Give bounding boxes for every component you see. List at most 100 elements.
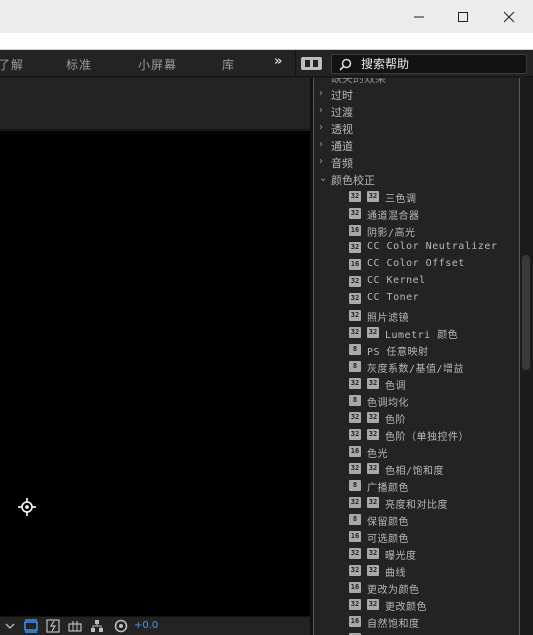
- effect-item[interactable]: 32 32 三色调: [314, 188, 519, 205]
- viewer-toolbar: +0.0: [0, 616, 310, 635]
- more-workspaces-button[interactable]: »: [274, 54, 282, 69]
- effect-label: 色阶（单独控件）: [385, 432, 469, 443]
- effect-label: 色调: [385, 381, 406, 392]
- bit-depth-icon: 8: [349, 480, 361, 491]
- search-help-input[interactable]: [361, 56, 521, 72]
- effect-category[interactable]: › 通道: [314, 137, 519, 154]
- title-bar: [0, 0, 533, 33]
- effect-category[interactable]: › 透视: [314, 120, 519, 137]
- effect-item[interactable]: 32 32 曲线: [314, 562, 519, 579]
- minimize-icon: [414, 16, 424, 17]
- effect-item[interactable]: 32 CC Color Neutralizer: [314, 239, 519, 256]
- anchor-point-icon[interactable]: [17, 497, 37, 517]
- bit-depth-icon: 32: [349, 463, 361, 474]
- bit-depth-icon: 32: [349, 310, 361, 321]
- bit-depth-icon: 32: [349, 191, 361, 202]
- bit-depth-icon: 32: [349, 565, 361, 576]
- effect-item[interactable]: 8 灰度系数/基值/增益: [314, 358, 519, 375]
- fit-icon[interactable]: [23, 618, 39, 634]
- maximize-button[interactable]: [440, 0, 486, 33]
- effect-item[interactable]: 32 通道混合器: [314, 205, 519, 222]
- minimize-button[interactable]: [396, 0, 442, 33]
- effect-item[interactable]: 16 自然饱和度: [314, 613, 519, 630]
- effect-item[interactable]: 8 色调均化: [314, 392, 519, 409]
- bit-depth-icon: 32: [349, 429, 361, 440]
- effect-label: CC Color Neutralizer: [367, 241, 498, 252]
- workspace-tab-library[interactable]: 库: [222, 56, 235, 73]
- hierarchy-icon[interactable]: [89, 618, 105, 634]
- effect-label: 保留颜色: [367, 517, 409, 528]
- effect-label: CC Toner: [367, 292, 420, 303]
- effect-label: 色调均化: [367, 398, 409, 409]
- effect-category[interactable]: › 音频: [314, 154, 519, 171]
- effect-category[interactable]: › 过时: [314, 86, 519, 103]
- effect-item[interactable]: 32 CC Toner: [314, 290, 519, 307]
- category-label: 透视: [331, 123, 353, 136]
- close-icon: [503, 11, 515, 22]
- reset-exposure-icon[interactable]: [113, 618, 129, 634]
- search-box[interactable]: [331, 54, 527, 74]
- effect-item[interactable]: 32 32 更改颜色: [314, 596, 519, 613]
- bit-depth-icon: 8: [349, 514, 361, 525]
- effect-label: 自然饱和度: [367, 619, 420, 630]
- bit-depth-icon: 32: [349, 276, 361, 287]
- effect-item[interactable]: 16 阴影/高光: [314, 222, 519, 239]
- workspace-tab-small-screen[interactable]: 小屏幕: [138, 56, 177, 73]
- bit-depth-icon: 32: [367, 191, 379, 202]
- category-label: 过时: [331, 89, 353, 102]
- effect-item[interactable]: 16 色光: [314, 443, 519, 460]
- bit-depth-icon: 32: [367, 378, 379, 389]
- effect-label: 灰度系数/基值/增益: [367, 364, 465, 375]
- effects-list: ›缺失的效果›过时›过渡›透视›通道›音频⌄颜色校正3232三色调32通道混合器…: [314, 78, 519, 635]
- bit-depth-icon: 32: [349, 293, 361, 304]
- chevron-down-icon[interactable]: [2, 618, 18, 634]
- effect-item[interactable]: 8 保留颜色: [314, 511, 519, 528]
- workspace-tab-standard[interactable]: 标准: [66, 56, 92, 73]
- effect-item[interactable]: 32 32 色相/饱和度: [314, 460, 519, 477]
- effect-label: 可选颜色: [367, 534, 409, 545]
- composition-viewer[interactable]: [0, 131, 310, 616]
- effect-item[interactable]: 32 照片滤镜: [314, 307, 519, 324]
- search-icon: [339, 58, 352, 71]
- effect-item[interactable]: 16 更改为颜色: [314, 579, 519, 596]
- effect-item[interactable]: 32 CC Kernel: [314, 273, 519, 290]
- effect-label: 通道混合器: [367, 211, 420, 222]
- fast-preview-icon[interactable]: [45, 618, 61, 634]
- effects-presets-panel: ›缺失的效果›过时›过渡›透视›通道›音频⌄颜色校正3232三色调32通道混合器…: [313, 78, 520, 635]
- bit-depth-icon: 32: [349, 548, 361, 559]
- bit-depth-icon: 32: [349, 599, 361, 610]
- effect-label: 阴影/高光: [367, 228, 416, 239]
- panel-layout-icon[interactable]: [301, 57, 322, 70]
- bit-depth-icon: 32: [367, 497, 379, 508]
- chevron-right-icon: ›: [319, 139, 323, 150]
- bit-depth-icon: 32: [367, 565, 379, 576]
- bit-depth-icon: 32: [367, 412, 379, 423]
- exposure-value[interactable]: +0.0: [134, 620, 158, 631]
- effect-item[interactable]: 32 32 色阶: [314, 409, 519, 426]
- bit-depth-icon: 32: [367, 548, 379, 559]
- effect-item[interactable]: 16 可选颜色: [314, 528, 519, 545]
- effect-item[interactable]: 32 32 色调: [314, 375, 519, 392]
- effect-category[interactable]: ›缺失的效果: [314, 78, 519, 86]
- effect-category[interactable]: › 过渡: [314, 103, 519, 120]
- effect-item[interactable]: 32 32 色阶（单独控件）: [314, 426, 519, 443]
- chevron-right-icon: ›: [319, 88, 323, 99]
- close-button[interactable]: [486, 0, 532, 33]
- chevron-down-icon: ⌄: [319, 173, 328, 184]
- effect-item[interactable]: 16 CC Color Offset: [314, 256, 519, 273]
- category-label: 音频: [331, 157, 353, 170]
- effect-item[interactable]: 32 32 亮度和对比度: [314, 494, 519, 511]
- bit-depth-icon: 16: [349, 582, 361, 593]
- effect-category-open[interactable]: ⌄ 颜色校正: [314, 171, 519, 188]
- bit-depth-icon: 32: [349, 327, 361, 338]
- effect-item[interactable]: 32 32 Lumetri 颜色: [314, 324, 519, 341]
- effect-item[interactable]: 32 32 曝光度: [314, 545, 519, 562]
- effect-item[interactable]: 8 PS 任意映射: [314, 341, 519, 358]
- category-label: 通道: [331, 140, 353, 153]
- scrollbar-thumb[interactable]: [522, 255, 530, 370]
- grid-icon[interactable]: [67, 618, 83, 634]
- effect-item[interactable]: 8 广播颜色: [314, 477, 519, 494]
- workspace-tab-learn[interactable]: 了解: [0, 56, 24, 73]
- effect-item[interactable]: 16自动色阶: [314, 630, 519, 635]
- effect-label: CC Kernel: [367, 275, 426, 286]
